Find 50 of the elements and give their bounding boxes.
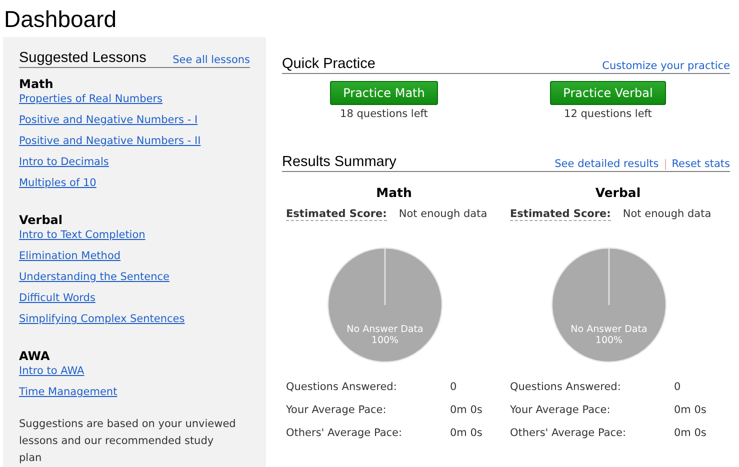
section-heading: Results Summary	[282, 154, 396, 170]
see-all-link[interactable]: See all lessons	[172, 54, 250, 66]
score-value: Not enough data	[622, 208, 712, 221]
lesson-link[interactable]: Intro to AWA	[19, 365, 84, 377]
lesson-link[interactable]: Intro to Decimals	[19, 156, 109, 168]
stat-value: 0m 0s	[450, 427, 482, 441]
score-label: Estimated Score:	[510, 208, 611, 221]
lesson-link[interactable]: Intro to Text Completion	[19, 229, 146, 241]
lesson-link[interactable]: Positive and Negative Numbers - I	[19, 114, 198, 126]
section-heading: Quick Practice	[282, 56, 376, 72]
section-heading: Suggested Lessons	[19, 50, 146, 66]
lesson-link[interactable]: Positive and Negative Numbers - II	[19, 135, 201, 147]
lesson-link[interactable]: Difficult Words	[19, 292, 96, 304]
suggestion-note: Suggestions are based on your unviewed lessons and our recommended study plan	[19, 417, 237, 466]
score-label: Estimated Score:	[286, 208, 387, 221]
slice-value: 100%	[595, 335, 623, 346]
lesson-link[interactable]: Multiples of 10	[19, 177, 96, 189]
stat-label: Others' Average Pace:	[510, 427, 628, 441]
stat-value: 0	[450, 381, 457, 395]
group-heading: AWA	[19, 349, 51, 364]
stat-label: Your Average Pace:	[286, 404, 388, 418]
slice-label: No Answer Data	[570, 324, 648, 335]
stat-label: Others' Average Pace:	[286, 427, 404, 441]
results-link[interactable]: Reset stats	[672, 158, 730, 170]
questions-left: 12 questions left	[564, 108, 652, 120]
score-value: Not enough data	[398, 208, 488, 221]
lesson-link[interactable]: Time Management	[19, 386, 118, 398]
practice-button[interactable]: Practice Verbal	[550, 81, 666, 105]
slice-value: 100%	[371, 335, 399, 346]
group-heading: Verbal	[19, 213, 64, 228]
customize-link[interactable]: Customize your practice	[602, 60, 730, 72]
slice-label: No Answer Data	[346, 324, 424, 335]
page-title: Dashboard	[3, 5, 118, 34]
lesson-link[interactable]: Understanding the Sentence	[19, 271, 170, 283]
practice-button[interactable]: Practice Math	[330, 81, 438, 105]
group-heading: Math	[19, 77, 54, 92]
stat-value: 0m 0s	[450, 404, 482, 418]
results-link[interactable]: See detailed results	[554, 158, 659, 170]
stat-label: Questions Answered:	[510, 381, 622, 395]
lesson-link[interactable]: Elimination Method	[19, 250, 121, 262]
stat-value: 0	[674, 381, 681, 395]
stat-label: Your Average Pace:	[510, 404, 612, 418]
lesson-link[interactable]: Simplifying Complex Sentences	[19, 313, 185, 325]
stat-value: 0m 0s	[674, 427, 706, 441]
subject-title: Math	[375, 185, 413, 200]
subject-title: Verbal	[594, 185, 642, 200]
stat-value: 0m 0s	[674, 404, 706, 418]
questions-left: 18 questions left	[340, 108, 428, 120]
stat-label: Questions Answered:	[286, 381, 398, 395]
lesson-link[interactable]: Properties of Real Numbers	[19, 93, 162, 105]
